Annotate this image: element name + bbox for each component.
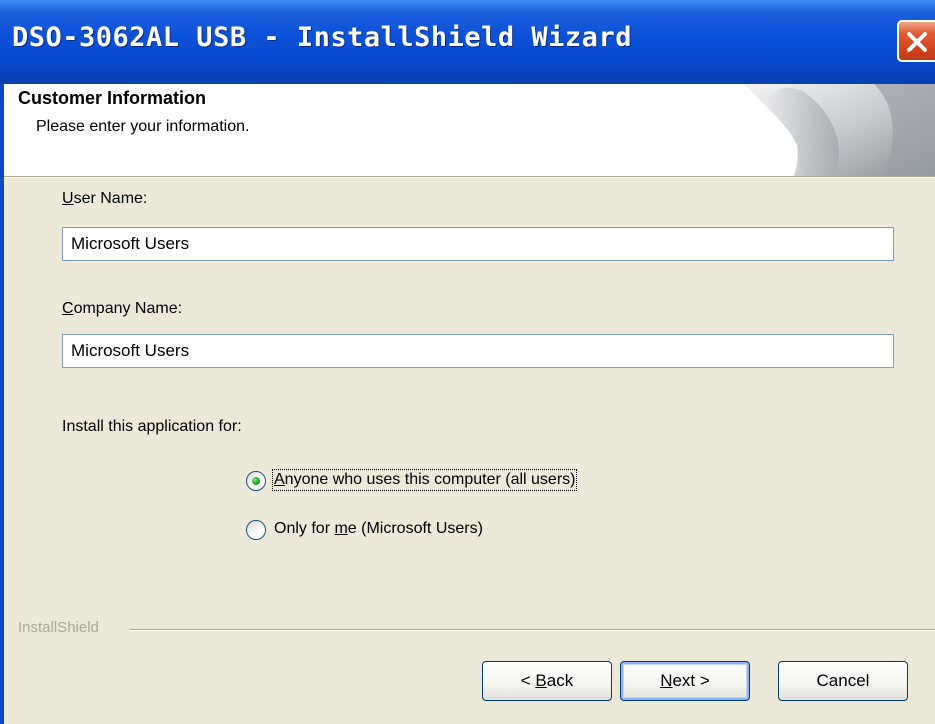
window-title: DSO-3062AL USB - InstallShield Wizard (12, 22, 632, 53)
radio-only-me[interactable]: Only for me (Microsoft Users) (246, 519, 576, 545)
close-button[interactable] (897, 20, 935, 62)
radio-only-me-label[interactable]: Only for me (Microsoft Users) (274, 520, 483, 538)
radio-anyone-label[interactable]: Anyone who uses this computer (all users… (271, 469, 578, 491)
page-title: Customer Information (18, 88, 207, 108)
radio-only-me-circle[interactable] (246, 520, 266, 540)
radio-anyone[interactable]: Anyone who uses this computer (all users… (246, 469, 666, 496)
radio-anyone-circle[interactable] (246, 471, 266, 491)
footer-separator (130, 629, 935, 631)
window-left-border (0, 84, 4, 724)
header-panel: Customer Information Please enter your i… (4, 84, 935, 176)
cancel-button[interactable]: Cancel (778, 661, 908, 701)
wizard-page-curl-graphic (744, 84, 935, 176)
close-icon (907, 32, 927, 52)
next-button[interactable]: Next > (620, 661, 750, 701)
title-bar[interactable]: DSO-3062AL USB - InstallShield Wizard (0, 0, 935, 84)
user-name-input[interactable]: Microsoft Users (62, 227, 894, 261)
install-for-label: Install this application for: (62, 418, 242, 435)
installshield-brand: InstallShield (18, 619, 99, 636)
header-separator (4, 176, 935, 178)
page-subtitle: Please enter your information. (36, 118, 250, 135)
back-button[interactable]: < Back (482, 661, 612, 701)
installshield-wizard-window: DSO-3062AL USB - InstallShield Wizard Cu… (0, 0, 935, 724)
company-name-label: Company Name: (62, 300, 183, 317)
user-name-label: User Name: (62, 190, 148, 207)
company-name-input[interactable]: Microsoft Users (62, 334, 894, 368)
radio-selected-dot (252, 477, 260, 485)
